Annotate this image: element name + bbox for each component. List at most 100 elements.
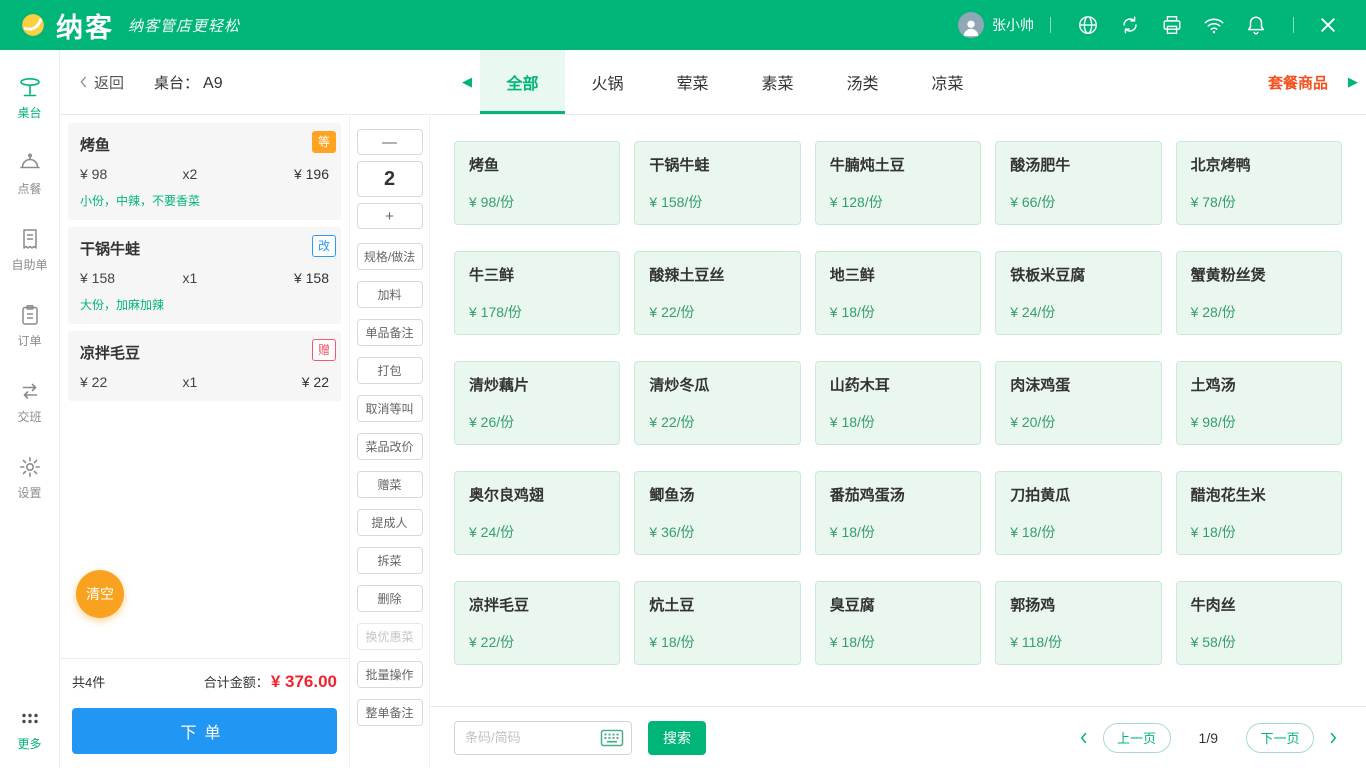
back-button[interactable]: 返回 xyxy=(60,72,132,93)
menu-item-price: ¥ 22/份 xyxy=(469,632,605,652)
menu-item-card[interactable]: 醋泡花生米 ¥ 18/份 xyxy=(1176,471,1342,555)
wifi-icon[interactable] xyxy=(1203,14,1225,36)
prev-page-button[interactable]: 上一页 xyxy=(1103,723,1171,753)
sidebar-item-orders[interactable]: 订单 xyxy=(0,288,59,364)
topbar-actions: 张小帅 xyxy=(958,12,1348,38)
menu-item-card[interactable]: 清炒冬瓜 ¥ 22/份 xyxy=(634,361,800,445)
printer-icon[interactable] xyxy=(1161,14,1183,36)
qty-plus-button[interactable]: + xyxy=(357,203,423,229)
menu-item-name: 刀拍黄瓜 xyxy=(1010,484,1146,505)
menu-item-name: 清炒冬瓜 xyxy=(649,374,785,395)
menu-item-card[interactable]: 土鸡汤 ¥ 98/份 xyxy=(1176,361,1342,445)
action-button[interactable]: 删除 xyxy=(357,585,423,612)
place-order-button[interactable]: 下单 xyxy=(72,708,337,754)
category-tab[interactable]: 全部 xyxy=(480,50,565,114)
menu-item-name: 酸辣土豆丝 xyxy=(649,264,785,285)
cart-item-qty: x1 xyxy=(183,374,256,390)
menu-item-card[interactable]: 蟹黄粉丝煲 ¥ 28/份 xyxy=(1176,251,1342,335)
action-button[interactable]: 取消等叫 xyxy=(357,395,423,422)
clipboard-icon xyxy=(18,303,42,327)
menu-item-card[interactable]: 番茄鸡蛋汤 ¥ 18/份 xyxy=(815,471,981,555)
globe-icon[interactable] xyxy=(1077,14,1099,36)
clear-cart-button[interactable]: 清空 xyxy=(76,570,124,618)
sidebar-item-more[interactable]: 更多 xyxy=(0,691,59,768)
action-button[interactable]: 整单备注 xyxy=(357,699,423,726)
menu-item-card[interactable]: 凉拌毛豆 ¥ 22/份 xyxy=(454,581,620,665)
combo-products-link[interactable]: 套餐商品 xyxy=(1256,72,1340,93)
bell-icon[interactable] xyxy=(1245,14,1267,36)
action-button[interactable]: 单品备注 xyxy=(357,319,423,346)
search-button[interactable]: 搜索 xyxy=(648,721,706,755)
menu-item-card[interactable]: 烤鱼 ¥ 98/份 xyxy=(454,141,620,225)
menu-item-card[interactable]: 酸汤肥牛 ¥ 66/份 xyxy=(995,141,1161,225)
menu-item-name: 北京烤鸭 xyxy=(1191,154,1327,175)
menu-item-card[interactable]: 刀拍黄瓜 ¥ 18/份 xyxy=(995,471,1161,555)
close-icon[interactable] xyxy=(1318,15,1338,35)
menu-item-name: 烤鱼 xyxy=(469,154,605,175)
category-tab[interactable]: 荤菜 xyxy=(650,50,735,114)
brand-slogan: 纳客管店更轻松 xyxy=(128,15,240,36)
menu-item-card[interactable]: 酸辣土豆丝 ¥ 22/份 xyxy=(634,251,800,335)
action-button[interactable]: 规格/做法 xyxy=(357,243,423,270)
menu-item-card[interactable]: 地三鲜 ¥ 18/份 xyxy=(815,251,981,335)
menu-item-price: ¥ 18/份 xyxy=(830,412,966,432)
menu-item-card[interactable]: 清炒藕片 ¥ 26/份 xyxy=(454,361,620,445)
menu-item-card[interactable]: 牛腩炖土豆 ¥ 128/份 xyxy=(815,141,981,225)
more-dots-icon xyxy=(18,706,42,730)
action-button[interactable]: 拆菜 xyxy=(357,547,423,574)
sidebar-item-shift[interactable]: 交班 xyxy=(0,364,59,440)
category-tab[interactable]: 汤类 xyxy=(820,50,905,114)
menu-item-card[interactable]: 炕土豆 ¥ 18/份 xyxy=(634,581,800,665)
menu-item-card[interactable]: 臭豆腐 ¥ 18/份 xyxy=(815,581,981,665)
menu-item-card[interactable]: 铁板米豆腐 ¥ 24/份 xyxy=(995,251,1161,335)
sidebar-item-order[interactable]: 点餐 xyxy=(0,136,59,212)
menu-item-card[interactable]: 山药木耳 ¥ 18/份 xyxy=(815,361,981,445)
menu-item-name: 牛三鲜 xyxy=(469,264,605,285)
menu-item-card[interactable]: 郭扬鸡 ¥ 118/份 xyxy=(995,581,1161,665)
cart-item[interactable]: 改 干锅牛蛙 ¥ 158 x1 ¥ 158 大份，加麻加辣 xyxy=(68,227,341,324)
sync-icon[interactable] xyxy=(1119,14,1141,36)
menu-item-card[interactable]: 肉沫鸡蛋 ¥ 20/份 xyxy=(995,361,1161,445)
menu-item-name: 奥尔良鸡翅 xyxy=(469,484,605,505)
sidebar-item-settings[interactable]: 设置 xyxy=(0,440,59,516)
cart-item-name: 干锅牛蛙 xyxy=(80,238,329,259)
qty-minus-button[interactable]: — xyxy=(357,129,423,155)
tabs-next-icon[interactable]: ▶ xyxy=(1340,74,1366,90)
category-tab[interactable]: 凉菜 xyxy=(905,50,990,114)
next-page-button[interactable]: 下一页 xyxy=(1246,723,1314,753)
topbar-divider xyxy=(1050,17,1051,33)
menu-item-price: ¥ 78/份 xyxy=(1191,192,1327,212)
page-next-chevron-icon[interactable] xyxy=(1324,729,1342,747)
user-chip[interactable]: 张小帅 xyxy=(958,12,1034,38)
sidebar-item-tables[interactable]: 桌台 xyxy=(0,60,59,136)
cart-item[interactable]: 赠 凉拌毛豆 ¥ 22 x1 ¥ 22 xyxy=(68,331,341,401)
category-tab[interactable]: 素菜 xyxy=(735,50,820,114)
tabs-prev-icon[interactable]: ◀ xyxy=(454,74,480,90)
username: 张小帅 xyxy=(992,15,1034,35)
category-tab[interactable]: 火锅 xyxy=(565,50,650,114)
table-icon xyxy=(18,75,42,99)
cart-item[interactable]: 等 烤鱼 ¥ 98 x2 ¥ 196 小份，中辣，不要香菜 xyxy=(68,123,341,220)
action-button[interactable]: 换优惠菜 xyxy=(357,623,423,650)
action-button[interactable]: 菜品改价 xyxy=(357,433,423,460)
brand-mark-icon xyxy=(18,10,48,40)
menu-item-card[interactable]: 鲫鱼汤 ¥ 36/份 xyxy=(634,471,800,555)
sidebar-item-selfservice[interactable]: 自助单 xyxy=(0,212,59,288)
action-button[interactable]: 批量操作 xyxy=(357,661,423,688)
keyboard-icon[interactable] xyxy=(600,729,624,747)
menu-item-price: ¥ 22/份 xyxy=(649,302,785,322)
menu-item-price: ¥ 118/份 xyxy=(1010,632,1146,652)
cart-summary: 共4件 合计金额： ¥ 376.00 xyxy=(60,658,349,704)
menu-item-card[interactable]: 北京烤鸭 ¥ 78/份 xyxy=(1176,141,1342,225)
cart-item-total: ¥ 158 xyxy=(256,270,329,286)
menu-item-card[interactable]: 奥尔良鸡翅 ¥ 24/份 xyxy=(454,471,620,555)
action-button[interactable]: 提成人 xyxy=(357,509,423,536)
action-button[interactable]: 赠菜 xyxy=(357,471,423,498)
action-button[interactable]: 打包 xyxy=(357,357,423,384)
menu-item-card[interactable]: 牛肉丝 ¥ 58/份 xyxy=(1176,581,1342,665)
menu-item-name: 番茄鸡蛋汤 xyxy=(830,484,966,505)
menu-item-card[interactable]: 干锅牛蛙 ¥ 158/份 xyxy=(634,141,800,225)
page-prev-chevron-icon[interactable] xyxy=(1075,729,1093,747)
menu-item-card[interactable]: 牛三鲜 ¥ 178/份 xyxy=(454,251,620,335)
action-button[interactable]: 加料 xyxy=(357,281,423,308)
